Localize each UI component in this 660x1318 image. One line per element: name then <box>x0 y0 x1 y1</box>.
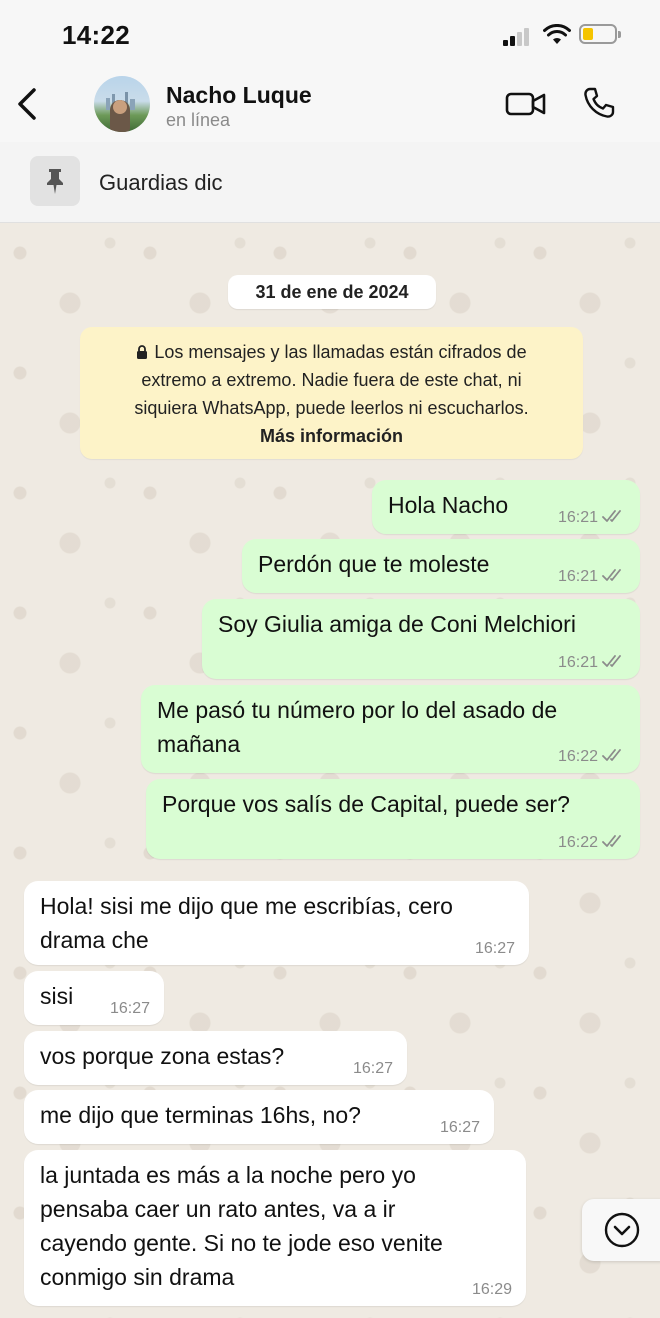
message-bubble-outgoing[interactable]: Soy Giulia amiga de Coni Melchiori 16:21 <box>202 599 640 679</box>
message-time: 16:27 <box>352 1060 393 1077</box>
message-bubble-incoming[interactable]: Hola! sisi me dijo que me escribías, cer… <box>24 881 529 965</box>
status-time: 14:22 <box>62 20 130 50</box>
scroll-to-bottom-button[interactable] <box>582 1199 660 1261</box>
message-time: 16:27 <box>109 1000 150 1017</box>
chevron-left-icon[interactable] <box>14 86 42 122</box>
lock-icon <box>137 345 148 359</box>
message-time: 16:27 <box>439 1119 480 1136</box>
message-bubble-incoming[interactable]: vos porque zona estas? 16:27 <box>24 1031 407 1085</box>
chat-area[interactable]: 31 de ene de 2024 Los mensajes y las lla… <box>0 223 660 1318</box>
double-check-icon <box>602 569 621 581</box>
pinned-message-bar[interactable]: Guardias dic <box>0 142 660 223</box>
presence-status: en línea <box>166 110 231 130</box>
message-text: vos porque zona estas? <box>40 1043 285 1069</box>
message-bubble-incoming[interactable]: me dijo que terminas 16hs, no? 16:27 <box>24 1090 494 1144</box>
message-text: la juntada es más a la noche pero yo pen… <box>40 1162 443 1290</box>
chevron-down-circle-icon <box>604 1212 640 1248</box>
chat-header: Nacho Luque en línea <box>0 62 660 143</box>
message-text: Soy Giulia amiga de Coni Melchiori <box>218 611 576 637</box>
message-bubble-outgoing[interactable]: Perdón que te moleste 16:21 <box>242 539 640 593</box>
message-meta: 16:22 <box>558 833 626 853</box>
message-bubble-outgoing[interactable]: Me pasó tu número por lo del asado de ma… <box>141 685 640 773</box>
message-meta: 16:21 <box>558 653 626 673</box>
message-text: Hola! sisi me dijo que me escribías, cer… <box>40 893 453 953</box>
double-check-icon <box>602 835 621 847</box>
message-time: 16:29 <box>471 1281 512 1298</box>
message-bubble-incoming[interactable]: sisi 16:27 <box>24 971 164 1025</box>
cellular-signal-icon <box>503 28 535 46</box>
message-text: Hola Nacho <box>388 492 509 518</box>
pinned-message-text: Guardias dic <box>99 170 223 195</box>
contact-name[interactable]: Nacho Luque <box>166 82 312 109</box>
double-check-icon <box>602 510 621 522</box>
message-bubble-incoming[interactable]: la juntada es más a la noche pero yo pen… <box>24 1150 526 1306</box>
message-meta: 16:22 <box>558 747 626 767</box>
double-check-icon <box>602 749 621 761</box>
encryption-notice-line: Los mensajes y las llamadas están cifrad… <box>80 338 583 366</box>
battery-icon <box>579 24 621 44</box>
encryption-notice-line: extremo a extremo. Nadie fuera de este c… <box>141 370 522 390</box>
message-text: sisi <box>40 983 74 1009</box>
message-text: Perdón que te moleste <box>258 551 490 577</box>
video-camera-icon[interactable] <box>505 90 547 118</box>
wifi-icon <box>543 24 571 44</box>
avatar[interactable] <box>94 76 150 132</box>
pin-icon <box>30 156 80 206</box>
message-time: 16:27 <box>474 940 515 957</box>
message-text: Porque vos salís de Capital, puede ser? <box>162 791 570 817</box>
message-meta: 16:21 <box>558 567 626 587</box>
message-text: Me pasó tu número por lo del asado de ma… <box>157 697 558 757</box>
double-check-icon <box>602 655 621 667</box>
status-bar: 14:22 <box>0 0 660 62</box>
encryption-notice-line: siquiera WhatsApp, puede leerlos ni escu… <box>134 398 529 418</box>
encryption-notice[interactable]: Los mensajes y las llamadas están cifrad… <box>80 327 583 459</box>
more-info-link[interactable]: Más información <box>80 422 583 450</box>
message-meta: 16:21 <box>558 508 626 528</box>
date-separator: 31 de ene de 2024 <box>228 275 436 309</box>
phone-icon[interactable] <box>582 86 616 120</box>
message-bubble-outgoing[interactable]: Hola Nacho 16:21 <box>372 480 640 534</box>
message-text: me dijo que terminas 16hs, no? <box>40 1102 361 1128</box>
message-bubble-outgoing[interactable]: Porque vos salís de Capital, puede ser? … <box>146 779 640 859</box>
